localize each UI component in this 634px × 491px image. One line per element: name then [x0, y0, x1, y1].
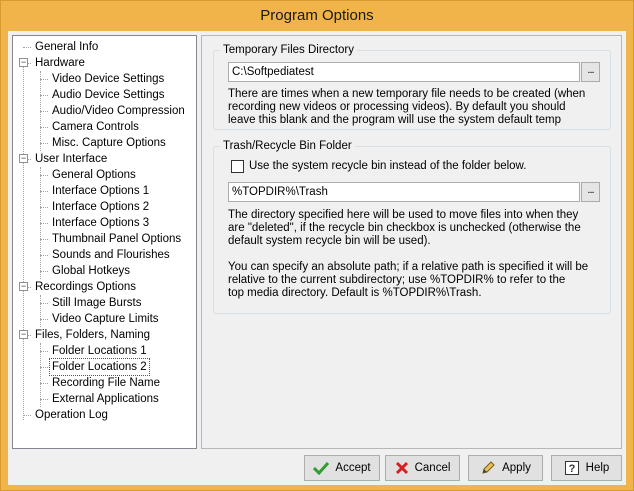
tree-connector	[23, 415, 31, 416]
tree-item[interactable]: Interface Options 3	[50, 215, 151, 231]
tree-connector	[40, 367, 48, 368]
trash-description-line: relative to the current subdirectory; us…	[228, 274, 566, 286]
tree-connector	[40, 351, 48, 352]
tree-recordings-line	[40, 295, 41, 327]
tree-connector	[40, 255, 48, 256]
tree-connector	[40, 127, 48, 128]
tree-item[interactable]: Still Image Bursts	[50, 295, 143, 311]
tree-connector	[40, 303, 48, 304]
temp-dir-input[interactable]	[228, 62, 580, 82]
tree-connector	[40, 399, 48, 400]
accept-button-label: Accept	[335, 462, 371, 474]
tree-connector	[40, 175, 48, 176]
tree-category[interactable]: Files, Folders, Naming	[33, 327, 152, 343]
tree-collapse-icon[interactable]: −	[19, 330, 28, 339]
checkmark-icon	[313, 461, 330, 475]
tree-item[interactable]: Interface Options 1	[50, 183, 151, 199]
temp-dir-description-line: leave this blank and the program will us…	[228, 114, 562, 126]
recycle-bin-checkbox[interactable]	[231, 160, 244, 173]
pencil-icon	[482, 461, 495, 474]
trash-description: The directory specified here will be use…	[228, 209, 588, 300]
tree-item[interactable]: Video Capture Limits	[50, 311, 161, 327]
recycle-bin-checkbox-label[interactable]: Use the system recycle bin instead of th…	[249, 160, 526, 173]
trash-browse-button[interactable]: ...	[581, 182, 600, 202]
tree-connector	[40, 191, 48, 192]
tree-connector	[40, 239, 48, 240]
accept-button[interactable]: Accept	[304, 455, 380, 481]
trash-description-line: top media directory. Default is %TOPDIR%…	[228, 287, 482, 299]
tree-item[interactable]: Interface Options 2	[50, 199, 151, 215]
tree-item[interactable]: Folder Locations 1	[50, 343, 149, 359]
temp-dir-group-label: Temporary Files Directory	[220, 43, 357, 57]
tree-connector	[40, 223, 48, 224]
trash-description-spacer	[228, 248, 588, 261]
tree-connector	[40, 95, 48, 96]
tree-root-line	[23, 63, 24, 420]
cross-icon	[395, 461, 408, 475]
trash-description-line: You can specify an absolute path; if a r…	[228, 261, 589, 273]
tree-item[interactable]: Misc. Capture Options	[50, 135, 168, 151]
tree-connector	[40, 319, 48, 320]
cancel-button[interactable]: Cancel	[385, 455, 460, 481]
title-bar[interactable]: Program Options	[1, 1, 633, 31]
help-button[interactable]: ? Help	[551, 455, 622, 481]
temp-dir-description: There are times when a new temporary fil…	[228, 88, 585, 127]
tree-category[interactable]: Recordings Options	[33, 279, 138, 295]
cancel-button-label: Cancel	[414, 462, 451, 474]
tree-connector	[23, 47, 31, 48]
tree-item[interactable]: Audio Device Settings	[50, 87, 167, 103]
temp-dir-description-line: recording new videos or processing video…	[228, 101, 566, 113]
tree-collapse-icon[interactable]: −	[19, 282, 28, 291]
temp-dir-browse-button[interactable]: ...	[581, 62, 600, 82]
tree-item[interactable]: Global Hotkeys	[50, 263, 132, 279]
tree-item[interactable]: Folder Locations 2	[49, 358, 150, 376]
tree-connector	[40, 383, 48, 384]
trash-description-line: The directory specified here will be use…	[228, 209, 579, 221]
temp-dir-group: Temporary Files Directory ... There are …	[213, 43, 611, 130]
help-icon: ?	[564, 461, 579, 475]
tree-item[interactable]: Recording File Name	[50, 375, 162, 391]
trash-group: Trash/Recycle Bin Folder Use the system …	[213, 139, 611, 314]
apply-button-label: Apply	[502, 462, 531, 474]
trash-description-line: are "deleted", if the recycle bin checkb…	[228, 222, 581, 234]
tree-category[interactable]: Hardware	[33, 55, 87, 71]
tree-item[interactable]: Thumbnail Panel Options	[50, 231, 183, 247]
tree-item[interactable]: Audio/Video Compression	[50, 103, 187, 119]
tree-connector	[40, 207, 48, 208]
tree-item[interactable]: Video Device Settings	[50, 71, 166, 87]
tree-item[interactable]: General Options	[50, 167, 138, 183]
tree-collapse-icon[interactable]: −	[19, 58, 28, 67]
tree-files-line	[40, 343, 41, 407]
tree-category[interactable]: User Interface	[33, 151, 109, 167]
tree-item[interactable]: Sounds and Flourishes	[50, 247, 172, 263]
window-title: Program Options	[260, 7, 374, 24]
trash-group-label: Trash/Recycle Bin Folder	[220, 139, 355, 153]
svg-text:?: ?	[568, 463, 575, 475]
apply-button[interactable]: Apply	[468, 455, 543, 481]
help-button-label: Help	[585, 462, 610, 474]
trash-description-line: default system recycle bin will be used)…	[228, 235, 431, 247]
tree-category[interactable]: General Info	[33, 39, 100, 55]
tree-category[interactable]: Operation Log	[33, 407, 110, 423]
tree-connector	[40, 271, 48, 272]
program-options-window: Program Options General Info − Hardware Vid…	[0, 0, 634, 491]
tree-item[interactable]: External Applications	[50, 391, 161, 407]
tree-item[interactable]: Camera Controls	[50, 119, 141, 135]
tree-connector	[40, 143, 48, 144]
options-panel: Temporary Files Directory ... There are …	[201, 35, 622, 449]
dialog-client-area: General Info − Hardware Video Device Settin…	[8, 31, 626, 485]
temp-dir-description-line: There are times when a new temporary fil…	[228, 88, 586, 100]
tree-connector	[40, 111, 48, 112]
trash-folder-input[interactable]	[228, 182, 580, 202]
tree-connector	[40, 79, 48, 80]
tree-collapse-icon[interactable]: −	[19, 154, 28, 163]
options-tree[interactable]: General Info − Hardware Video Device Settin…	[12, 35, 197, 449]
